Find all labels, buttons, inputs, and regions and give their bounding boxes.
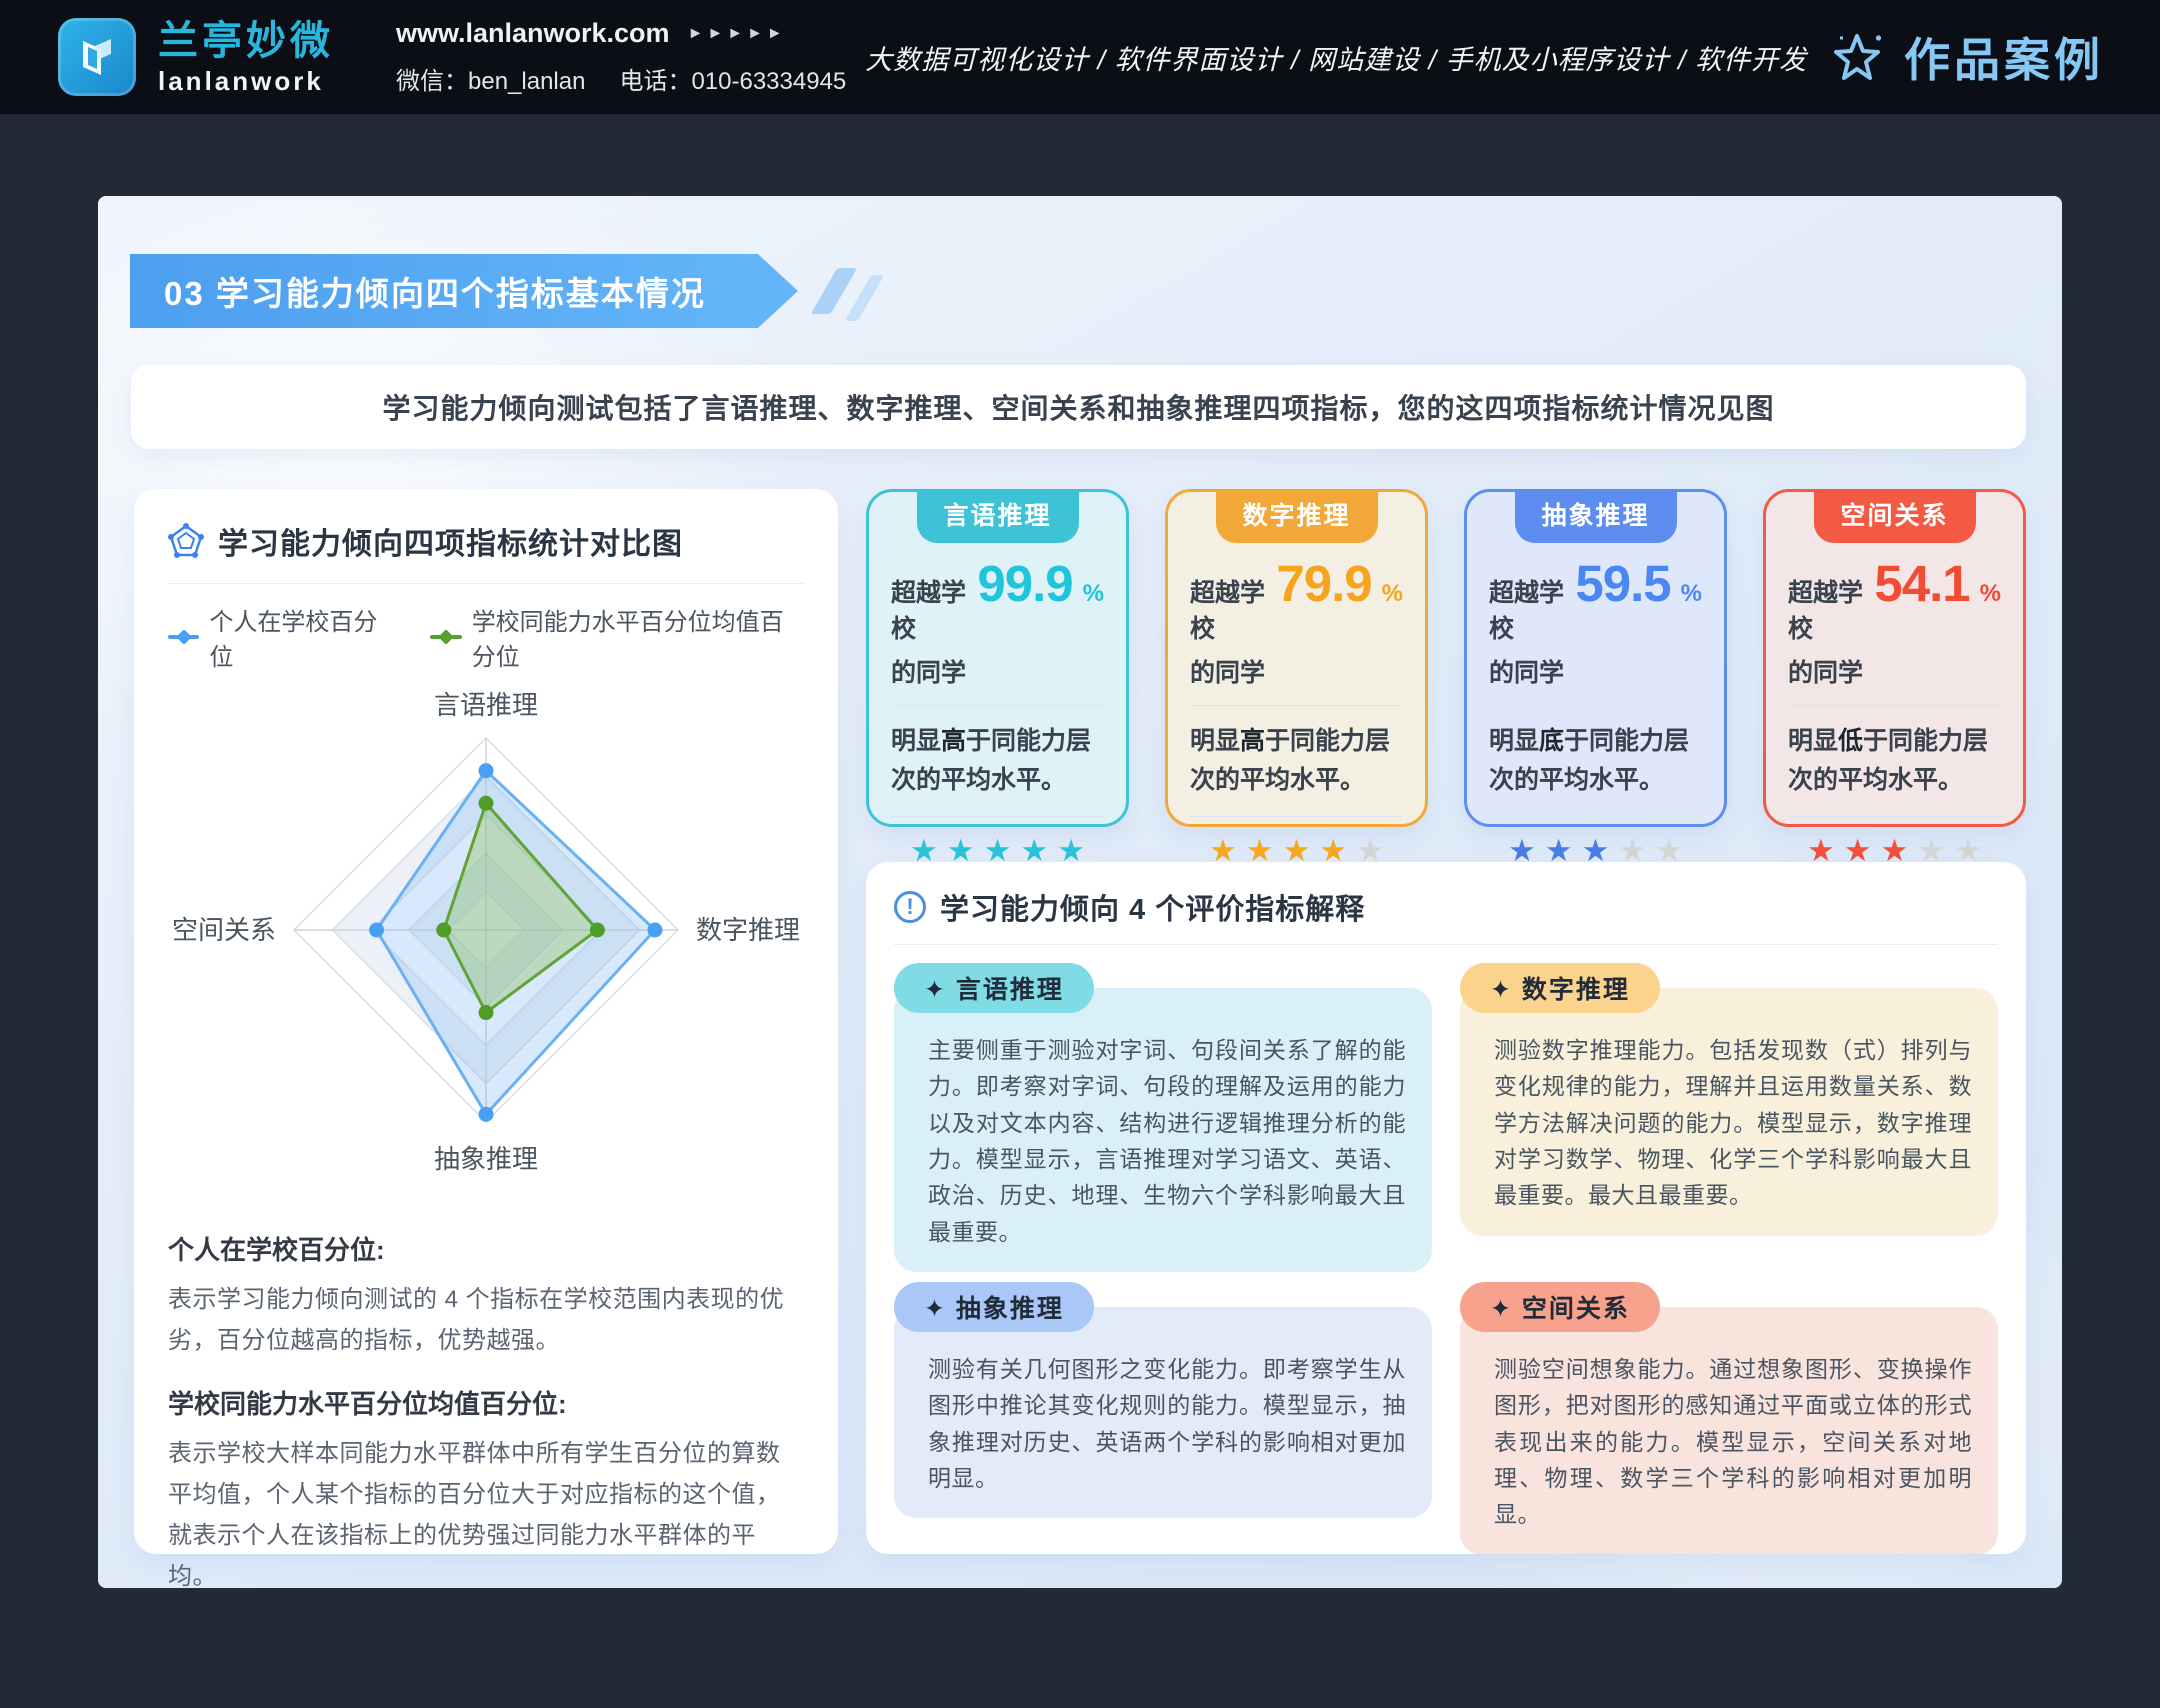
stat-cards-row: 言语推理 超越学校 99.9 % 的同学 明显高于同能力层次的平均水平。 ★★★… <box>866 489 2026 827</box>
explanation-title: 学习能力倾向 4 个评价指标解释 <box>940 886 1365 928</box>
brand-logo: 兰亭妙微 lanlanwork <box>58 18 334 96</box>
radar-panel: 学习能力倾向四项指标统计对比图 个人在学校百分位 学校同能力水平百分位均值百分位… <box>134 489 838 1554</box>
comparison-text: 明显高于同能力层次的平均水平。 <box>1190 722 1403 800</box>
site-info: www.lanlanwork.com ►►►►► 微信：ben_lanlan 电… <box>396 18 846 96</box>
divider <box>891 705 1104 706</box>
book-logo-icon <box>58 18 136 96</box>
arrows-decoration: ►►►►► <box>688 25 787 43</box>
radar-panel-title: 学习能力倾向四项指标统计对比图 <box>218 519 683 563</box>
phone-contact: 电话：010-63334945 <box>619 61 846 96</box>
explain-text: 测验空间想象能力。通过想象图形、变换操作图形，把对图形的感知通过平面或立体的形式… <box>1460 1307 1998 1554</box>
percentile-value: 99.9 <box>977 554 1072 613</box>
explain-spatial-relations: ✦ 空间关系 测验空间想象能力。通过想象图形、变换操作图形，把对图形的感知通过平… <box>1460 1282 1998 1554</box>
section-title: 03 学习能力倾向四个指标基本情况 <box>164 267 706 315</box>
sketch-star-icon <box>1826 26 1888 88</box>
section-banner: 03 学习能力倾向四个指标基本情况 <box>130 254 871 328</box>
percentile-value: 59.5 <box>1575 554 1670 613</box>
stat-card-numerical-reasoning: 数字推理 超越学校 79.9 % 的同学 明显高于同能力层次的平均水平。 ★★★… <box>1165 489 1428 827</box>
services-list: 大数据可视化设计 / 软件界面设计 / 网站建设 / 手机及小程序设计 / 软件… <box>846 38 1826 77</box>
explain-text: 主要侧重于测验对字词、句段间关系了解的能力。即考察对字词、句段的理解及运用的能力… <box>894 988 1432 1272</box>
intro-bar: 学习能力倾向测试包括了言语推理、数字推理、空间关系和抽象推理四项指标，您的这四项… <box>131 365 2026 449</box>
report-card: 03 学习能力倾向四个指标基本情况 学习能力倾向测试包括了言语推理、数字推理、空… <box>98 196 2062 1588</box>
radar-chart: 言语推理数字推理抽象推理 空间关系 <box>168 678 804 1208</box>
intro-text: 学习能力倾向测试包括了言语推理、数字推理、空间关系和抽象推理四项指标，您的这四项… <box>382 387 1774 427</box>
legend-marker-green <box>430 635 461 639</box>
comparison-text: 明显高于同能力层次的平均水平。 <box>891 722 1104 800</box>
divider <box>1489 816 1702 817</box>
page-root: 兰亭妙微 lanlanwork www.lanlanwork.com ►►►►►… <box>0 0 2160 1708</box>
portfolio-button[interactable]: 作品案例 <box>1826 24 2104 90</box>
comparison-text: 明显底于同能力层次的平均水平。 <box>1489 722 1702 800</box>
divider <box>1190 816 1403 817</box>
section-banner-ribbon: 03 学习能力倾向四个指标基本情况 <box>130 254 798 328</box>
svg-text:抽象推理: 抽象推理 <box>434 1144 538 1174</box>
wechat-contact: 微信：ben_lanlan <box>396 61 585 96</box>
comparison-text: 明显低于同能力层次的平均水平。 <box>1788 722 2001 800</box>
banner-slash-decor <box>845 275 885 321</box>
website-url[interactable]: www.lanlanwork.com <box>396 18 670 49</box>
explain-text: 测验有关几何图形之变化能力。即考察学生从图形中推论其变化规则的能力。模型显示，抽… <box>894 1307 1432 1518</box>
divider <box>168 583 804 584</box>
divider <box>1489 705 1702 706</box>
divider <box>894 944 1998 945</box>
explain-pill: ✦ 言语推理 <box>894 963 1094 1013</box>
legend-marker-blue <box>168 635 199 639</box>
note-heading: 学校同能力水平百分位均值百分位: <box>168 1384 804 1421</box>
explanation-panel: ! 学习能力倾向 4 个评价指标解释 ✦ 言语推理 主要侧重于测验对字词、句段间… <box>866 862 2026 1554</box>
stat-card-tab: 抽象推理 <box>1514 489 1676 543</box>
percentile-value: 54.1 <box>1874 554 1969 613</box>
radar-chart-icon <box>168 523 204 559</box>
explain-abstract-reasoning: ✦ 抽象推理 测验有关几何图形之变化能力。即考察学生从图形中推论其变化规则的能力… <box>894 1282 1432 1554</box>
note-body: 表示学校大样本同能力水平群体中所有学生百分位的算数平均值，个人某个指标的百分位大… <box>168 1433 804 1588</box>
note-heading: 个人在学校百分位: <box>168 1230 804 1267</box>
divider <box>1190 705 1403 706</box>
top-header: 兰亭妙微 lanlanwork www.lanlanwork.com ►►►►►… <box>0 0 2160 114</box>
stat-card-verbal-reasoning: 言语推理 超越学校 99.9 % 的同学 明显高于同能力层次的平均水平。 ★★★… <box>866 489 1129 827</box>
percentile-value: 79.9 <box>1276 554 1371 613</box>
divider <box>891 816 1104 817</box>
explain-pill: ✦ 抽象推理 <box>894 1282 1094 1332</box>
note-body: 表示学习能力倾向测试的 4 个指标在学校范围内表现的优劣，百分位越高的指标，优势… <box>168 1279 804 1362</box>
stat-card-tab: 空间关系 <box>1813 489 1975 543</box>
legend-item-school-average: 学校同能力水平百分位均值百分位 <box>430 602 804 672</box>
divider <box>1788 705 2001 706</box>
divider <box>1788 816 2001 817</box>
explain-verbal-reasoning: ✦ 言语推理 主要侧重于测验对字词、句段间关系了解的能力。即考察对字词、句段的理… <box>894 963 1432 1272</box>
info-icon: ! <box>894 891 926 923</box>
banner-slash-decor <box>811 268 858 314</box>
stat-card-tab: 数字推理 <box>1215 489 1377 543</box>
explain-pill: ✦ 数字推理 <box>1460 963 1660 1013</box>
svg-text:空间关系: 空间关系 <box>172 915 276 945</box>
legend-item-personal: 个人在学校百分位 <box>168 602 386 672</box>
radar-notes: 个人在学校百分位: 表示学习能力倾向测试的 4 个指标在学校范围内表现的优劣，百… <box>168 1230 804 1588</box>
stat-card-abstract-reasoning: 抽象推理 超越学校 59.5 % 的同学 明显底于同能力层次的平均水平。 ★★★… <box>1464 489 1727 827</box>
brand-name-cn: 兰亭妙微 <box>158 19 334 63</box>
portfolio-label: 作品案例 <box>1904 24 2104 90</box>
stat-card-spatial-relations: 空间关系 超越学校 54.1 % 的同学 明显低于同能力层次的平均水平。 ★★★… <box>1763 489 2026 827</box>
stat-card-tab: 言语推理 <box>916 489 1078 543</box>
svg-text:数字推理: 数字推理 <box>696 915 800 945</box>
brand-name-en: lanlanwork <box>158 67 334 96</box>
explain-text: 测验数字推理能力。包括发现数（式）排列与变化规律的能力，理解并且运用数量关系、数… <box>1460 988 1998 1236</box>
explain-numerical-reasoning: ✦ 数字推理 测验数字推理能力。包括发现数（式）排列与变化规律的能力，理解并且运… <box>1460 963 1998 1272</box>
explain-pill: ✦ 空间关系 <box>1460 1282 1660 1332</box>
svg-text:言语推理: 言语推理 <box>434 690 538 720</box>
radar-legend: 个人在学校百分位 学校同能力水平百分位均值百分位 <box>168 602 804 672</box>
